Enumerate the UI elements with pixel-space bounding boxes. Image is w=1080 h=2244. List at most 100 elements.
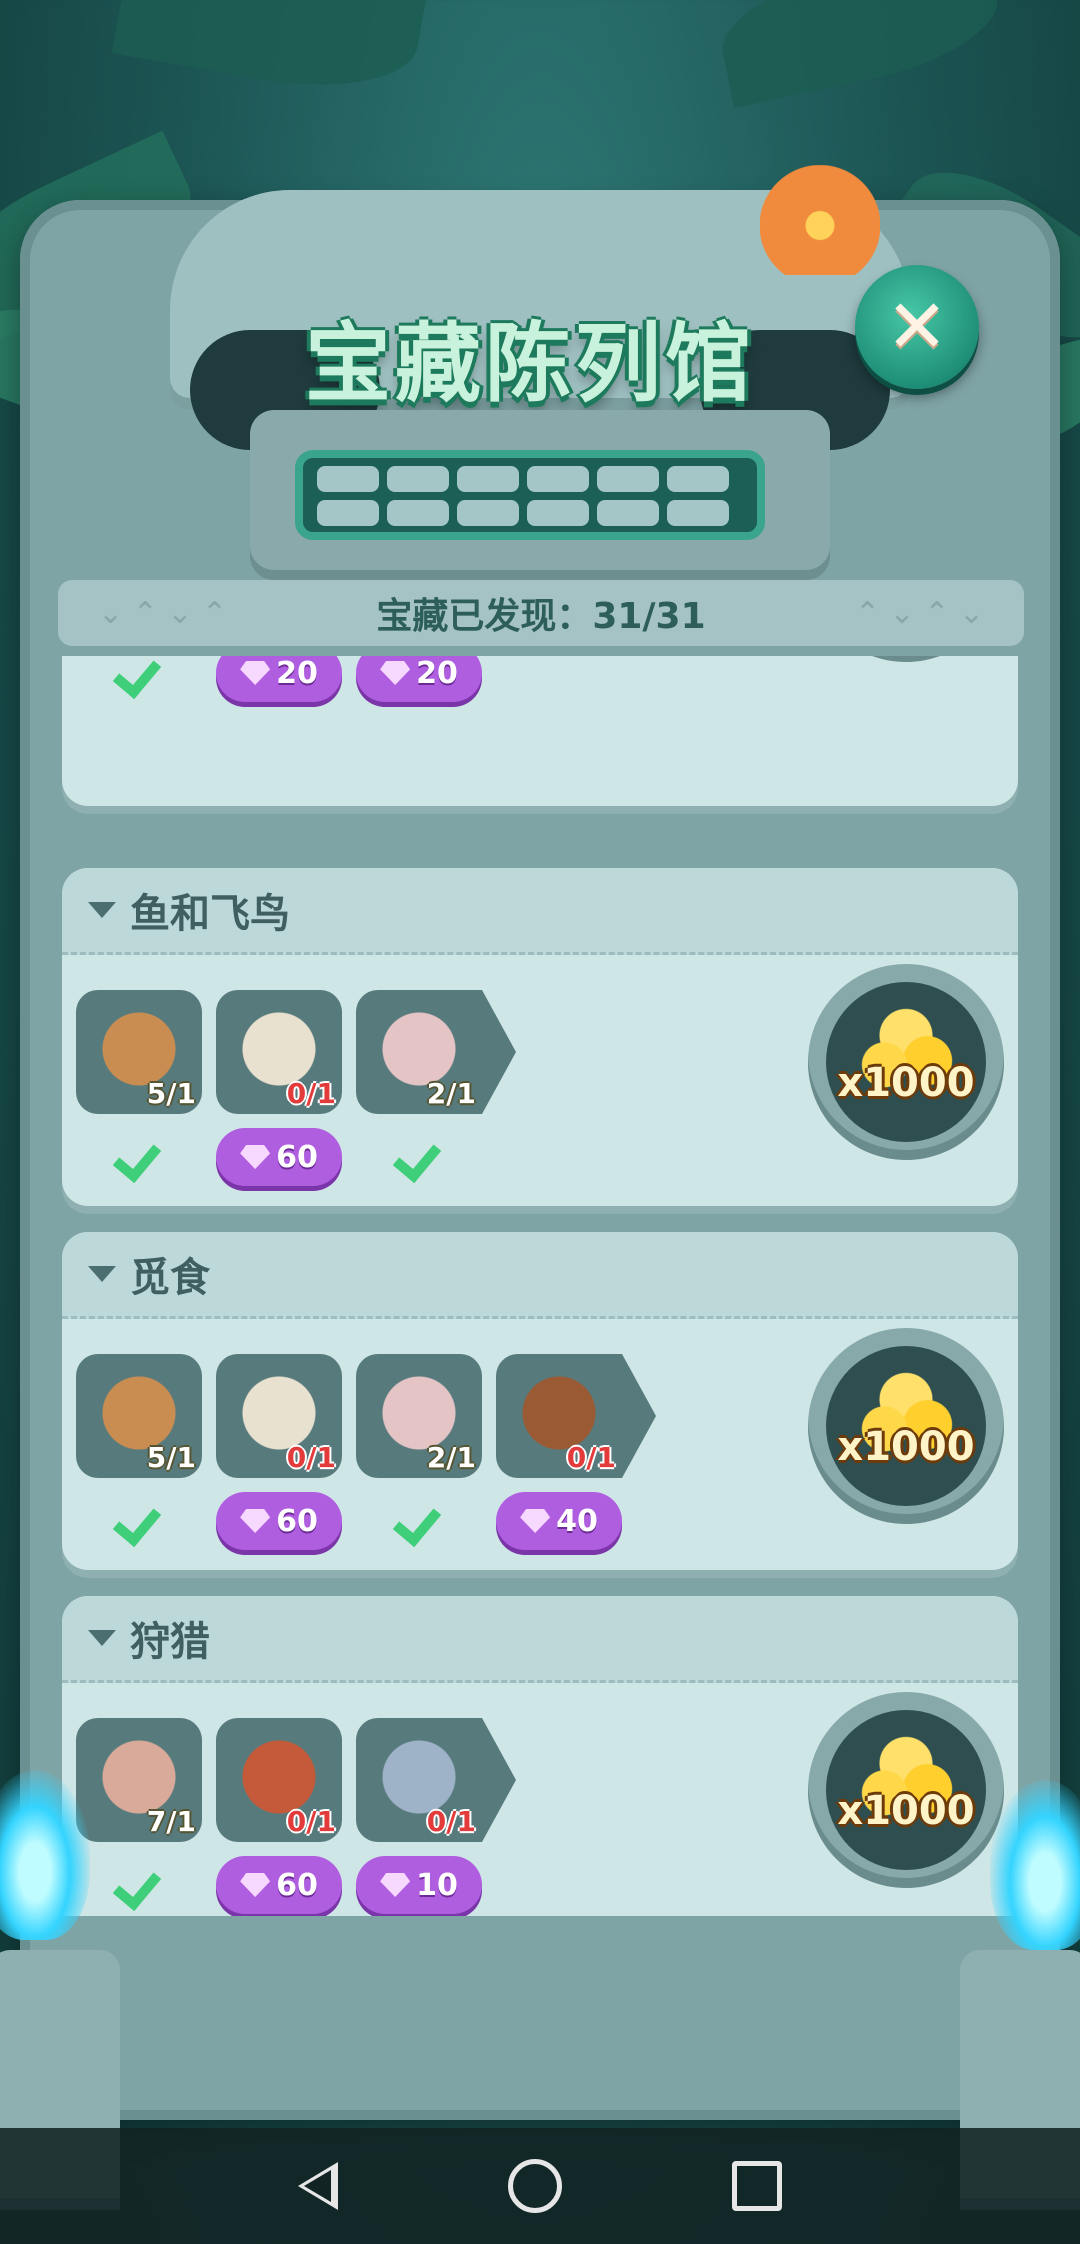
gem-purchase-button[interactable]: 40 <box>496 1492 622 1550</box>
collection-item[interactable]: 0/1 10 <box>356 1718 516 1916</box>
item-count: 2/1 <box>426 1077 476 1110</box>
collection-item[interactable]: 0/1 60 <box>216 1718 342 1916</box>
reward-amount: x1000 <box>837 1424 975 1470</box>
collection-card: 鱼和飞鸟 5/1 0/1 60 2/1 x1000 <box>62 868 1018 1206</box>
item-status <box>76 656 202 706</box>
item-tile[interactable]: 0/1 <box>216 990 342 1114</box>
reward-amount: x1000 <box>837 1060 975 1106</box>
card-title: 狩猎 <box>130 1619 210 1665</box>
item-status: 20 <box>216 656 342 706</box>
item-tile[interactable]: 5/1 <box>76 990 202 1114</box>
collection-item[interactable]: 7/1 <box>76 1718 202 1916</box>
flower-decoration <box>760 165 880 275</box>
item-tile[interactable]: 0/1 <box>216 1354 342 1478</box>
collection-item[interactable]: 0/120 <box>356 656 482 706</box>
card-header[interactable]: 狩猎 <box>62 1596 1018 1683</box>
back-icon[interactable] <box>298 2162 338 2210</box>
item-tile[interactable]: 0/1 <box>496 1354 656 1478</box>
item-status <box>76 1124 202 1190</box>
collection-card: 1/1 0/120 0/120 x1000 <box>62 656 1018 806</box>
collection-item[interactable]: 5/1 <box>76 990 202 1190</box>
item-tile[interactable]: 7/1 <box>76 1718 202 1842</box>
gem-price: 20 <box>276 656 318 691</box>
card-title: 觅食 <box>130 1255 210 1301</box>
gem-purchase-button[interactable]: 60 <box>216 1856 342 1914</box>
gem-price: 20 <box>416 656 458 691</box>
gem-icon <box>520 1509 551 1533</box>
jungle-leaf <box>711 0 1009 108</box>
item-row: 7/1 0/1 60 0/1 10 <box>76 1718 516 1916</box>
item-count: 5/1 <box>146 1441 196 1474</box>
collection-item[interactable]: 0/1 40 <box>496 1354 656 1554</box>
gem-icon <box>240 1509 271 1533</box>
item-status: 60 <box>216 1488 342 1554</box>
gem-price: 60 <box>276 1503 318 1539</box>
coin-reward-button[interactable]: x1000 <box>808 964 1004 1160</box>
chevron-decoration: ⌃ ⌄ ⌃ ⌄ <box>854 595 984 631</box>
item-count: 0/1 <box>286 1077 336 1110</box>
gem-price: 60 <box>276 1867 318 1903</box>
collection-item[interactable]: 2/1 <box>356 990 516 1190</box>
gem-purchase-button[interactable]: 10 <box>356 1856 482 1914</box>
gem-price: 60 <box>276 1139 318 1175</box>
chevron-decoration: ⌄ ⌃ ⌄ ⌃ <box>98 595 228 631</box>
collection-card: 狩猎 7/1 0/1 60 0/1 10 x1000 <box>62 1596 1018 1916</box>
check-icon <box>115 1865 163 1905</box>
found-counter: 宝藏已发现：31/31 <box>376 596 706 637</box>
close-button[interactable]: ✕ <box>855 265 979 389</box>
collection-item[interactable]: 5/1 <box>76 1354 202 1554</box>
item-status <box>76 1488 202 1554</box>
close-icon: ✕ <box>885 284 948 370</box>
item-status <box>356 1124 482 1190</box>
item-status <box>76 1852 202 1916</box>
check-icon <box>115 1501 163 1541</box>
gem-icon <box>380 1873 411 1897</box>
item-row: 1/1 0/120 0/120 <box>76 656 496 706</box>
gem-price: 10 <box>416 1867 458 1903</box>
item-count: 0/1 <box>566 1441 616 1474</box>
gem-purchase-button[interactable]: 20 <box>356 656 482 702</box>
coin-reward-button[interactable]: x1000 <box>808 1692 1004 1888</box>
collection-item[interactable]: 1/1 <box>76 656 202 706</box>
gem-icon <box>240 1145 271 1169</box>
gem-purchase-button[interactable]: 20 <box>216 656 342 702</box>
card-title: 鱼和飞鸟 <box>130 891 290 937</box>
reward-medallion: x1000 <box>826 982 986 1142</box>
check-icon <box>115 1137 163 1177</box>
item-tile[interactable]: 2/1 <box>356 990 516 1114</box>
item-tile[interactable]: 0/1 <box>216 1718 342 1842</box>
card-header[interactable]: 鱼和飞鸟 <box>62 868 1018 955</box>
chevron-down-icon <box>88 902 116 918</box>
page-title: 宝藏陈列馆 <box>305 313 755 414</box>
item-status: 60 <box>216 1124 342 1190</box>
home-icon[interactable] <box>508 2159 562 2213</box>
item-count: 0/1 <box>426 1805 476 1838</box>
item-count: 2/1 <box>426 1441 476 1474</box>
collection-item[interactable]: 0/1 60 <box>216 990 342 1190</box>
chevron-down-icon <box>88 1266 116 1282</box>
item-tile[interactable]: 0/1 <box>356 1718 516 1842</box>
collection-list[interactable]: 1/10/1200/120x1000鱼和飞鸟5/10/1602/1x1000觅食… <box>62 656 1018 1916</box>
collection-item[interactable]: 0/1 60 <box>216 1354 342 1554</box>
item-status: 10 <box>356 1852 482 1916</box>
coin-reward-button[interactable]: x1000 <box>808 1328 1004 1524</box>
gem-purchase-button[interactable]: 60 <box>216 1128 342 1186</box>
check-icon <box>395 1501 443 1541</box>
check-icon <box>395 1137 443 1177</box>
brick-slot <box>295 450 765 540</box>
chevron-down-icon <box>88 1630 116 1646</box>
item-tile[interactable]: 2/1 <box>356 1354 482 1478</box>
reward-amount: x1000 <box>837 1788 975 1834</box>
card-header[interactable]: 觅食 <box>62 1232 1018 1319</box>
reward-medallion: x1000 <box>826 1346 986 1506</box>
check-icon <box>115 656 163 693</box>
gem-icon <box>240 1873 271 1897</box>
item-row: 5/1 0/1 60 2/1 0/1 40 <box>76 1354 656 1554</box>
jungle-leaf <box>111 0 429 106</box>
recent-apps-icon[interactable] <box>732 2161 782 2211</box>
item-tile[interactable]: 5/1 <box>76 1354 202 1478</box>
collection-item[interactable]: 2/1 <box>356 1354 482 1554</box>
coin-reward-button[interactable]: x1000 <box>808 656 1004 662</box>
collection-item[interactable]: 0/120 <box>216 656 342 706</box>
gem-purchase-button[interactable]: 60 <box>216 1492 342 1550</box>
